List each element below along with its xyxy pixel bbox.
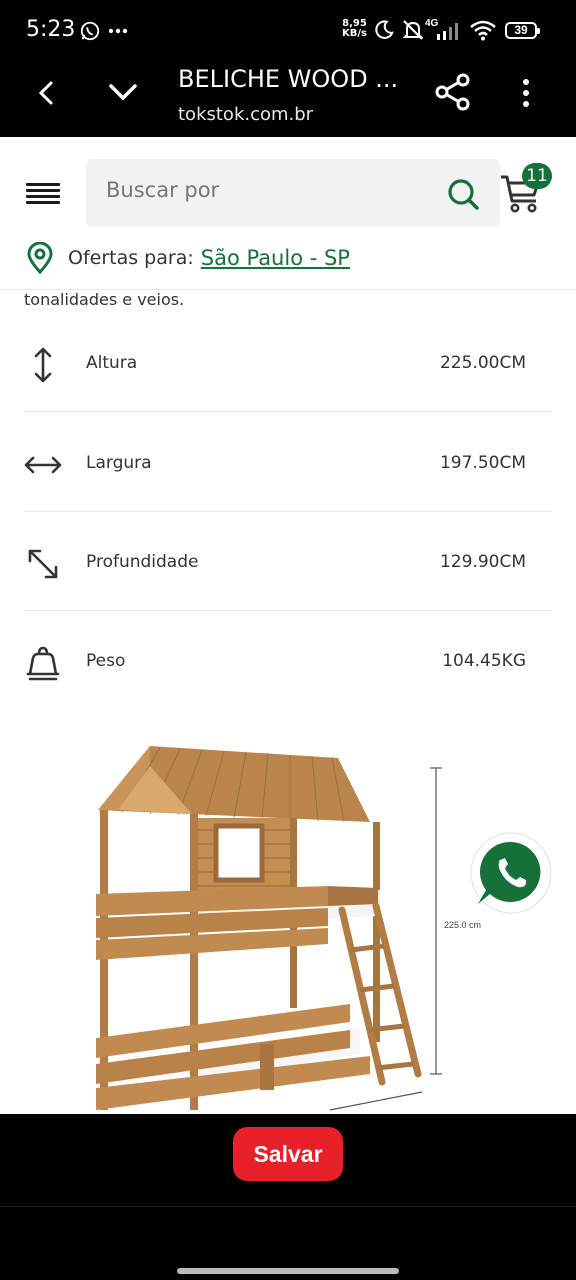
back-arrow-icon[interactable]	[36, 80, 58, 106]
spec-row-weight: Peso 104.45KG	[24, 611, 552, 710]
whatsapp-chat-button[interactable]	[470, 832, 552, 914]
spec-value: 197.50CM	[439, 453, 526, 473]
spec-value: 225.00CM	[439, 353, 526, 373]
cart-count-badge: 11	[522, 163, 552, 189]
weight-icon	[26, 646, 60, 681]
page-title: BELICHE WOOD ...	[178, 65, 399, 93]
site-header: 11 Ofertas para: São Paulo - SP	[0, 137, 576, 290]
depth-arrows-icon	[28, 549, 58, 579]
dimension-label: 225.0 cm	[444, 920, 482, 930]
signal-icon	[437, 23, 458, 40]
chevron-down-icon[interactable]	[107, 80, 139, 104]
spec-row-width: Largura 197.50CM	[24, 413, 552, 512]
spec-value: 129.90CM	[439, 552, 526, 572]
spec-label: Peso	[86, 651, 126, 671]
bottom-action-bar: Salvar	[0, 1114, 576, 1206]
location-pin-icon	[27, 242, 53, 274]
moon-icon	[375, 20, 394, 39]
location-link[interactable]: São Paulo - SP	[201, 246, 350, 270]
spec-label: Profundidade	[86, 552, 199, 572]
wifi-icon	[470, 20, 496, 41]
search-bar[interactable]	[86, 159, 500, 227]
spec-row-height: Altura 225.00CM	[24, 313, 552, 412]
product-details: tonalidades e veios. Altura 225.00CM Lar…	[0, 290, 576, 1114]
save-button[interactable]: Salvar	[233, 1127, 343, 1181]
system-navigation-bar	[0, 1206, 576, 1280]
more-options-icon[interactable]	[521, 78, 531, 108]
width-arrows-icon	[24, 456, 62, 474]
product-image	[96, 746, 442, 1111]
status-bar: 5:23 8,95 KB/s 4G 39	[0, 0, 576, 60]
height-arrows-icon	[34, 347, 52, 383]
offers-label: Ofertas para:	[68, 247, 194, 269]
description-text: tonalidades e veios.	[24, 290, 185, 309]
mute-bell-icon	[402, 20, 424, 40]
battery-indicator: 39	[505, 22, 540, 39]
home-gesture-handle[interactable]	[177, 1268, 399, 1274]
search-input[interactable]	[106, 178, 436, 202]
more-notifications-icon	[108, 28, 128, 34]
browser-toolbar: BELICHE WOOD ... tokstok.com.br	[0, 60, 576, 137]
status-time: 5:23	[26, 17, 76, 42]
network-speed: 8,95 KB/s	[342, 18, 367, 39]
spec-row-depth: Profundidade 129.90CM	[24, 512, 552, 611]
delivery-location[interactable]: Ofertas para: São Paulo - SP	[26, 241, 350, 275]
spec-label: Largura	[86, 453, 152, 473]
spec-value: 104.45KG	[442, 651, 526, 671]
share-icon[interactable]	[433, 72, 473, 112]
spec-label: Altura	[86, 353, 138, 373]
hamburger-menu-icon[interactable]	[26, 183, 60, 207]
page-domain: tokstok.com.br	[178, 104, 314, 125]
search-icon[interactable]	[446, 177, 480, 211]
whatsapp-notification-icon	[80, 21, 100, 41]
